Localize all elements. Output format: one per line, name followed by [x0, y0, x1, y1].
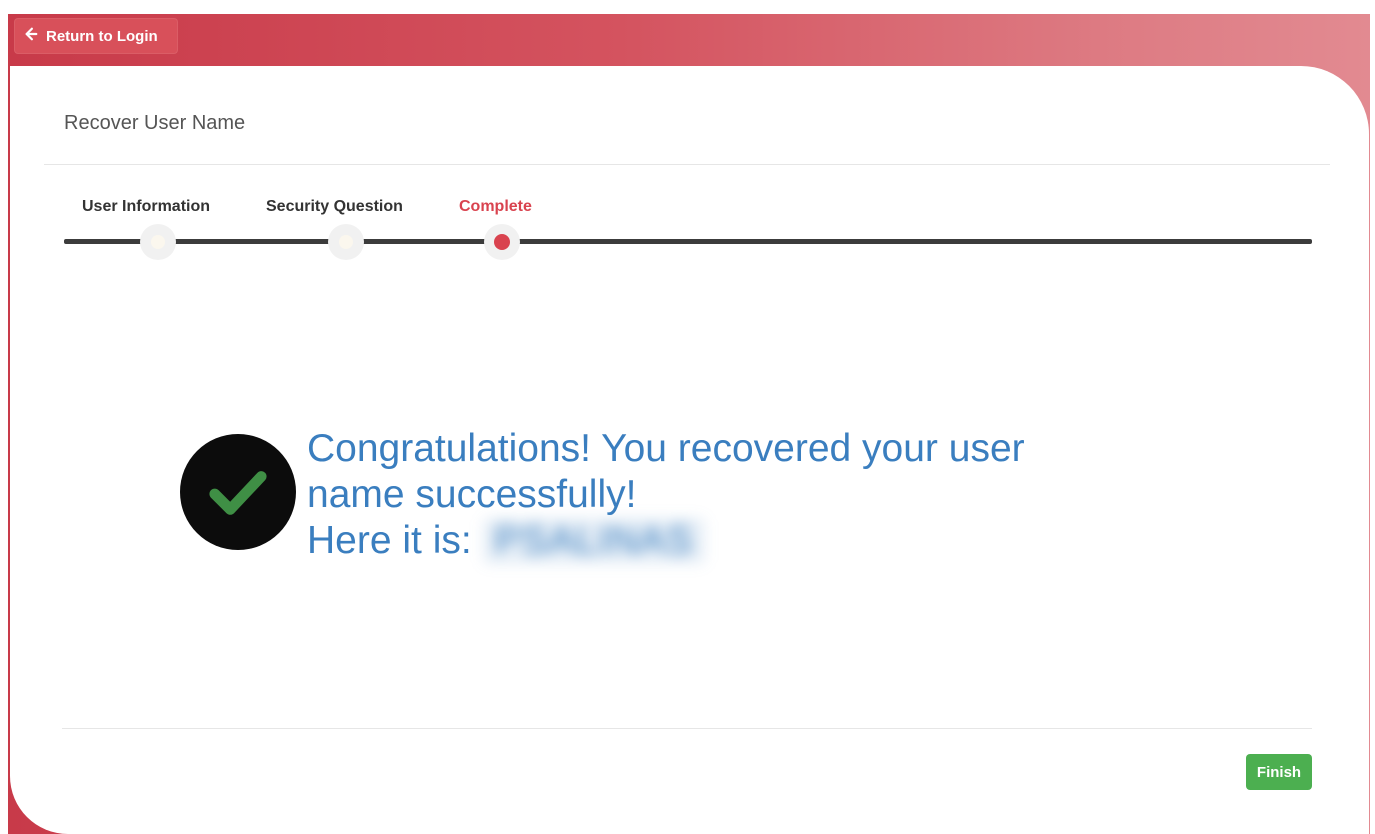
username-prefix: Here it is:	[307, 519, 483, 562]
page-frame: Return to Login Recover User Name User I…	[0, 0, 1375, 834]
page-title: Recover User Name	[64, 112, 246, 134]
step-label-complete: Complete	[459, 198, 532, 215]
step-label-security-question: Security Question	[266, 198, 403, 215]
step-dot-complete	[484, 224, 520, 260]
return-to-login-button[interactable]: Return to Login	[14, 18, 178, 54]
checkmark-icon	[180, 434, 296, 550]
success-line-3: Here it is: PSALINAS	[307, 518, 1167, 564]
progress-track	[64, 239, 1312, 244]
success-line-2: name successfully!	[307, 473, 637, 516]
arrow-left-icon	[24, 27, 38, 45]
title-divider	[44, 164, 1330, 165]
success-line-1: Congratulations! You recovered your user	[307, 427, 1025, 470]
return-to-login-label: Return to Login	[46, 27, 158, 45]
step-dot-security-question	[328, 224, 364, 260]
recovered-username: PSALINAS	[482, 518, 706, 564]
finish-button[interactable]: Finish	[1246, 754, 1312, 790]
step-label-user-information: User Information	[82, 198, 211, 215]
success-message: Congratulations! You recovered your user…	[307, 426, 1167, 564]
step-dot-user-information	[140, 224, 176, 260]
footer-divider	[62, 728, 1312, 729]
